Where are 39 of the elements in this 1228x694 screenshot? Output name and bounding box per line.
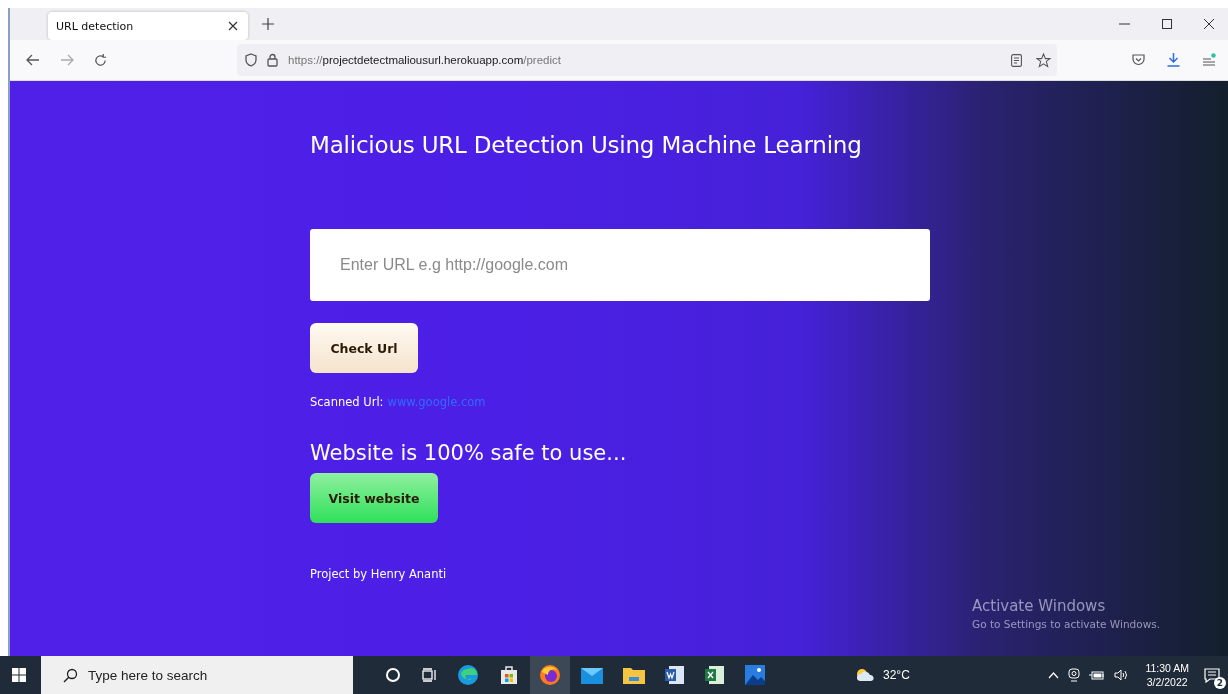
reload-icon[interactable]	[94, 53, 107, 67]
taskbar-search-field[interactable]: Type here to search	[41, 656, 353, 694]
visit-website-button[interactable]: Visit website	[310, 473, 438, 523]
browser-tab[interactable]: URL detection	[48, 12, 248, 40]
address-text[interactable]: https://projectdetectmaliousurl.herokuapp.com/predict	[288, 54, 561, 66]
download-icon[interactable]	[1167, 53, 1180, 67]
reader-view-icon[interactable]	[1011, 53, 1022, 67]
activation-hint: Go to Settings to activate Windows.	[972, 618, 1161, 630]
battery-icon[interactable]	[1089, 669, 1106, 681]
word-document-icon[interactable]	[665, 665, 685, 685]
task-view-icon[interactable]	[421, 667, 437, 683]
taskbar-clock[interactable]: 11:30 AM 3/2/2022	[1145, 661, 1189, 689]
store-bag-icon[interactable]	[499, 665, 519, 685]
windows-start-icon[interactable]	[12, 668, 26, 682]
notification-count: 2	[1214, 676, 1226, 689]
lock-icon[interactable]	[267, 53, 278, 67]
close-icon[interactable]	[228, 21, 238, 31]
footer-text: Project by Henry Ananti	[310, 567, 447, 581]
close-icon[interactable]	[1204, 19, 1214, 29]
photos-icon[interactable]	[745, 665, 765, 685]
chevron-up-icon[interactable]	[1048, 671, 1060, 679]
weather-widget[interactable]: 32°C	[855, 668, 910, 682]
shield-icon[interactable]	[245, 53, 257, 67]
cloud-icon	[855, 668, 875, 682]
url-input-field[interactable]: Enter URL e.g http://google.com	[310, 229, 930, 301]
maximize-icon[interactable]	[1162, 19, 1172, 29]
folder-icon[interactable]	[623, 666, 645, 684]
new-tab-icon[interactable]	[262, 18, 274, 30]
back-icon[interactable]	[26, 54, 40, 66]
activation-title: Activate Windows	[972, 597, 1107, 615]
check-url-button[interactable]: Check Url	[310, 323, 418, 373]
scanned-url-label: Scanned Url:	[310, 395, 384, 409]
excel-sheet-icon[interactable]	[705, 665, 725, 685]
star-icon[interactable]	[1036, 52, 1051, 68]
mail-icon[interactable]	[581, 666, 603, 684]
result-message: Website is 100% safe to use...	[310, 441, 627, 465]
page-title: Malicious URL Detection Using Machine Learning	[310, 132, 862, 158]
search-icon	[63, 667, 78, 683]
webcam-icon[interactable]	[1068, 668, 1081, 682]
